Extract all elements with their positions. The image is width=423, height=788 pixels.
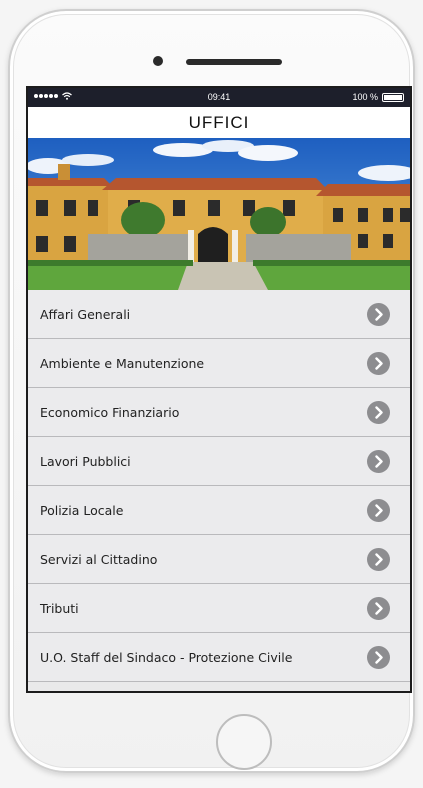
list-item[interactable]: Affari Generali: [28, 290, 410, 339]
status-bar: 09:41 100 %: [28, 88, 410, 107]
list-item[interactable]: U.O. Staff del Sindaco - Protezione Civi…: [28, 633, 410, 682]
town-hall-illustration: [28, 138, 410, 290]
page-title: UFFICI: [188, 113, 250, 132]
list-item-label: Ambiente e Manutenzione: [40, 356, 205, 371]
status-right: 100 %: [352, 92, 404, 102]
list-item[interactable]: Ambiente e Manutenzione: [28, 339, 410, 388]
chevron-right-icon[interactable]: [367, 303, 390, 326]
phone-screen: 09:41 100 % UFFICI Affari Generali Ambie…: [26, 86, 412, 693]
list-item-label: Lavori Pubblici: [40, 454, 131, 469]
list-item[interactable]: Tributi: [28, 584, 410, 633]
list-item[interactable]: Servizi al Cittadino: [28, 535, 410, 584]
list-item[interactable]: Economico Finanziario: [28, 388, 410, 437]
chevron-right-icon[interactable]: [367, 548, 390, 571]
front-camera: [153, 56, 163, 66]
list-item-label: Servizi al Cittadino: [40, 552, 158, 567]
list-item-label: U.O. Staff del Sindaco - Protezione Civi…: [40, 650, 293, 665]
offices-list: Affari Generali Ambiente e Manutenzione …: [28, 290, 410, 691]
list-item[interactable]: Polizia Locale: [28, 486, 410, 535]
chevron-right-icon[interactable]: [367, 597, 390, 620]
list-item[interactable]: Lavori Pubblici: [28, 437, 410, 486]
list-item-label: Tributi: [40, 601, 79, 616]
chevron-right-icon[interactable]: [367, 499, 390, 522]
list-item-label: Polizia Locale: [40, 503, 124, 518]
battery-percentage: 100 %: [352, 92, 378, 102]
list-item-label: Economico Finanziario: [40, 405, 180, 420]
chevron-right-icon[interactable]: [367, 646, 390, 669]
home-button[interactable]: [216, 714, 272, 770]
chevron-right-icon[interactable]: [367, 352, 390, 375]
chevron-right-icon[interactable]: [367, 450, 390, 473]
chevron-right-icon[interactable]: [367, 401, 390, 424]
town-hall-photo: [28, 138, 410, 290]
earpiece-speaker: [186, 59, 282, 65]
list-item-label: Affari Generali: [40, 307, 131, 322]
battery-fill: [384, 94, 402, 100]
navigation-bar: UFFICI: [28, 107, 410, 138]
battery-icon: [382, 92, 404, 102]
